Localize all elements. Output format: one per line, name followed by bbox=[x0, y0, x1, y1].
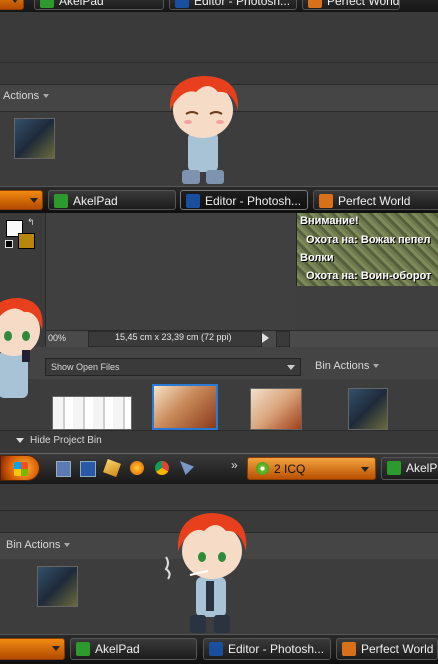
task-photoshop-editor-3[interactable]: Editor - Photosh... bbox=[203, 638, 331, 660]
default-colors-icon[interactable] bbox=[5, 240, 13, 248]
task-akelpad[interactable]: AkelPad bbox=[34, 0, 164, 10]
bin-thumbnail[interactable] bbox=[14, 118, 55, 159]
taskbar-top: AkelPad Editor - Photosh... Perfect Worl… bbox=[0, 0, 438, 12]
quicklaunch-chrome-icon[interactable] bbox=[155, 461, 169, 475]
taskbar-orange-dropdown-3[interactable] bbox=[0, 638, 65, 660]
show-open-files-label: Show Open Files bbox=[51, 362, 120, 372]
chat-line: Внимание! bbox=[300, 215, 359, 227]
swap-colors-icon[interactable]: ↰ bbox=[27, 219, 35, 228]
taskbar-bottom: AkelPad Editor - Photosh... Perfect Worl… bbox=[0, 634, 438, 664]
chibi-character-left bbox=[0, 298, 43, 398]
akelpad-icon bbox=[40, 0, 54, 8]
task-akelpad-2[interactable]: AkelPad bbox=[48, 190, 176, 210]
photoshop-icon bbox=[175, 0, 189, 8]
task-akelpad-4[interactable]: AkelPad bbox=[70, 638, 197, 660]
task-photoshop-editor[interactable]: Editor - Photosh... bbox=[169, 0, 297, 10]
more-chevron-icon[interactable]: » bbox=[231, 458, 238, 472]
chevron-down-icon bbox=[373, 364, 380, 369]
chat-line: Охота на: Вожак пепел bbox=[306, 234, 431, 246]
scroll-left-button[interactable] bbox=[276, 331, 290, 347]
akelpad-icon bbox=[387, 461, 401, 475]
icq-label: 2 ICQ bbox=[274, 462, 306, 476]
perfect-world-icon bbox=[319, 194, 333, 208]
task-perfect-world-3[interactable]: Perfect World bbox=[336, 638, 438, 660]
hide-project-bin-toggle[interactable]: Hide Project Bin bbox=[16, 435, 102, 446]
perfect-world-icon bbox=[342, 642, 356, 656]
akelpad-icon bbox=[54, 194, 68, 208]
chevron-down-icon bbox=[361, 467, 369, 472]
quicklaunch-calculator-icon[interactable] bbox=[56, 461, 71, 477]
chevron-down-icon bbox=[287, 365, 295, 370]
bin-thumbnail[interactable] bbox=[37, 566, 78, 607]
task-perfect-world[interactable]: Perfect World bbox=[302, 0, 400, 10]
bin-thumbnail[interactable] bbox=[250, 388, 302, 430]
taskbar-orange-dropdown[interactable] bbox=[0, 0, 24, 10]
bin-thumbnail[interactable] bbox=[52, 396, 132, 430]
chevron-down-icon bbox=[64, 543, 71, 548]
bin-actions-menu-lower[interactable]: Bin Actions bbox=[6, 539, 71, 551]
quicklaunch-editor-icon[interactable] bbox=[80, 461, 96, 477]
background-color-swatch[interactable] bbox=[18, 233, 35, 249]
task-photoshop-editor-2[interactable]: Editor - Photosh... bbox=[180, 190, 308, 210]
document-size: 15,45 cm x 23,39 cm (72 ppi) bbox=[115, 332, 232, 342]
photoshop-icon bbox=[209, 642, 223, 656]
start-button[interactable] bbox=[0, 455, 40, 481]
taskbar-orange-dropdown-2[interactable] bbox=[0, 190, 43, 210]
bin-thumbnail[interactable] bbox=[348, 388, 388, 430]
bin-thumbnail-selected[interactable] bbox=[152, 384, 218, 430]
game-lower-area bbox=[296, 286, 438, 330]
akelpad-icon bbox=[76, 642, 90, 656]
photoshop-icon bbox=[186, 194, 200, 208]
chibi-character-sleepy bbox=[169, 76, 239, 184]
play-arrow-icon[interactable] bbox=[262, 333, 269, 343]
icq-flower-icon bbox=[256, 462, 269, 475]
bin-actions-menu[interactable]: Bin Actions bbox=[315, 360, 380, 372]
task-akelpad-3[interactable]: AkelPa bbox=[381, 457, 438, 480]
divider bbox=[0, 62, 438, 63]
task-perfect-world-2[interactable]: Perfect World bbox=[313, 190, 438, 210]
icq-task[interactable]: 2 ICQ bbox=[247, 457, 376, 480]
quicklaunch-firefox-icon[interactable] bbox=[130, 461, 144, 475]
canvas-area bbox=[46, 213, 296, 330]
chibi-character-smoking bbox=[164, 513, 247, 633]
triangle-down-icon bbox=[16, 438, 24, 443]
chevron-down-icon bbox=[43, 94, 50, 99]
taskbar-middle: AkelPad Editor - Photosh... Perfect Worl… bbox=[0, 186, 438, 213]
chat-line: Охота на: Воин-оборот bbox=[306, 270, 432, 282]
chat-line: Волки bbox=[300, 252, 334, 264]
perfect-world-icon bbox=[308, 0, 322, 8]
windows-logo-icon bbox=[14, 462, 28, 476]
actions-menu[interactable]: Actions bbox=[3, 90, 50, 102]
show-open-files-select[interactable]: Show Open Files bbox=[45, 358, 301, 376]
